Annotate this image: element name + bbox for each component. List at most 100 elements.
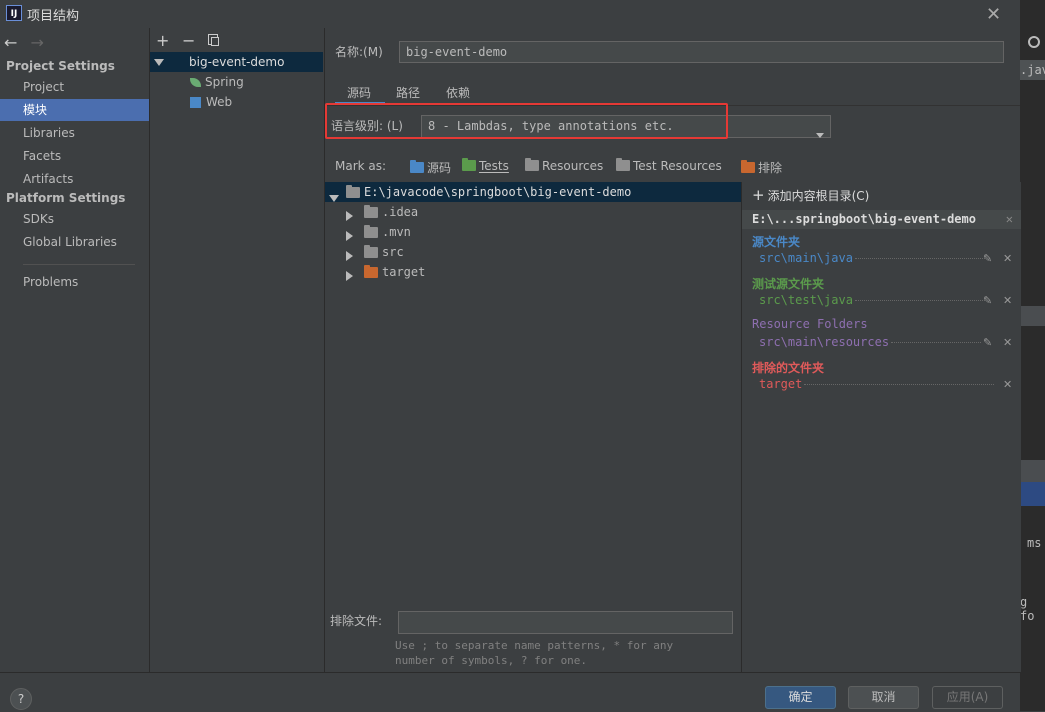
nav-item-sdks[interactable]: SDKs bbox=[0, 208, 149, 230]
module-panel: + − big-event-demo Spring Web bbox=[150, 28, 325, 672]
sync-icon bbox=[1028, 36, 1040, 48]
tree-root-row[interactable]: E:\javacode\springboot\big-event-demo bbox=[325, 182, 741, 202]
ide-text-fragment-b: g fo bbox=[1020, 595, 1035, 623]
tree-item-label: target bbox=[382, 265, 426, 279]
folder-icon bbox=[364, 205, 378, 218]
resource-folders-title: Resource Folders bbox=[752, 317, 868, 331]
mark-label: 源码 bbox=[427, 161, 452, 175]
test-resources-folder-icon bbox=[616, 158, 630, 171]
tree-root-path: E:\javacode\springboot\big-event-demo bbox=[364, 185, 632, 199]
tab-sources[interactable]: 源码 bbox=[347, 84, 371, 101]
ide-tab-fragment: .jav bbox=[1020, 63, 1045, 77]
facet-label: Web bbox=[206, 95, 233, 109]
cancel-button[interactable]: 取消 bbox=[848, 686, 919, 709]
nav-item-facets[interactable]: Facets bbox=[0, 145, 149, 167]
test-folder-icon bbox=[462, 158, 476, 171]
mark-as-resources[interactable]: Resources bbox=[525, 158, 604, 173]
source-folder-icon bbox=[410, 160, 424, 173]
excluded-folder-icon bbox=[741, 160, 755, 173]
expand-icon[interactable] bbox=[154, 59, 164, 66]
exclude-files-label: 排除文件: bbox=[330, 614, 383, 628]
tree-row[interactable]: src bbox=[325, 242, 741, 262]
help-button[interactable]: ? bbox=[10, 688, 32, 710]
tab-paths[interactable]: 路径 bbox=[396, 84, 420, 101]
remove-root-icon[interactable]: ✕ bbox=[1006, 210, 1013, 229]
content-root-header: E:\...springboot\big-event-demo ✕ bbox=[742, 210, 1021, 229]
mark-as-tests[interactable]: Tests bbox=[462, 158, 509, 173]
test-source-folder-path: src\test\java bbox=[759, 293, 985, 307]
nav-item-modules[interactable]: 模块 bbox=[0, 99, 149, 121]
tab-dependencies[interactable]: 依赖 bbox=[446, 84, 470, 101]
exclude-hint-line-2: number of symbols, ? for one. bbox=[395, 654, 588, 667]
module-folder-icon bbox=[171, 57, 185, 68]
exclude-files-input[interactable] bbox=[398, 611, 733, 634]
module-content: 名称:(M) big-event-demo 源码 路径 依赖 语言级别: (L)… bbox=[325, 28, 1021, 672]
remove-icon[interactable]: ✕ bbox=[1003, 294, 1012, 307]
path-text: src\main\java bbox=[759, 251, 853, 265]
highlight-annotation-box bbox=[325, 103, 728, 139]
apply-button[interactable]: 应用(A) bbox=[932, 686, 1003, 709]
add-content-root-label: 添加内容根目录(C) bbox=[767, 189, 870, 203]
nav-item-libraries[interactable]: Libraries bbox=[0, 122, 149, 144]
plus-icon: + bbox=[752, 186, 765, 204]
settings-nav: ← → Project Settings Project 模块 Librarie… bbox=[0, 28, 150, 672]
back-arrow-icon[interactable]: ← bbox=[4, 33, 17, 52]
facet-spring[interactable]: Spring bbox=[190, 72, 244, 92]
mark-label: 排除 bbox=[758, 161, 783, 175]
nav-item-project[interactable]: Project bbox=[0, 76, 149, 98]
ok-button[interactable]: 确定 bbox=[765, 686, 836, 709]
edit-pencil-icon[interactable]: ✎ bbox=[983, 252, 992, 265]
path-text: src\test\java bbox=[759, 293, 853, 307]
mark-label: Resources bbox=[542, 159, 604, 173]
mark-label: Test Resources bbox=[633, 159, 722, 173]
web-globe-icon bbox=[190, 97, 201, 108]
edit-pencil-icon[interactable]: ✎ bbox=[983, 294, 992, 307]
folder-icon bbox=[364, 225, 378, 238]
source-folders-title: 源文件夹 bbox=[752, 235, 801, 249]
nav-item-artifacts[interactable]: Artifacts bbox=[0, 168, 149, 190]
folder-icon bbox=[346, 185, 360, 198]
facet-web[interactable]: Web bbox=[190, 92, 232, 112]
dialog-footer: ? 确定 取消 应用(A) bbox=[0, 672, 1020, 712]
nav-item-global-libraries[interactable]: Global Libraries bbox=[0, 231, 149, 253]
edit-pencil-icon[interactable]: ✎ bbox=[983, 336, 992, 349]
folder-icon bbox=[364, 245, 378, 258]
remove-icon[interactable]: ✕ bbox=[1003, 252, 1012, 265]
dropdown-arrow-icon[interactable] bbox=[816, 124, 824, 145]
ide-text-fragment-a: ms bbox=[1027, 536, 1042, 550]
project-settings-header: Project Settings bbox=[6, 59, 115, 73]
remove-icon[interactable]: ✕ bbox=[1003, 378, 1012, 391]
close-icon[interactable]: ✕ bbox=[986, 4, 1001, 25]
add-content-root-button[interactable]: + 添加内容根目录(C) bbox=[752, 186, 869, 204]
test-source-folders-title: 测试源文件夹 bbox=[752, 277, 825, 291]
path-text: src\main\resources bbox=[759, 335, 890, 349]
content-roots-pane: + 添加内容根目录(C) E:\...springboot\big-event-d… bbox=[741, 182, 1021, 672]
resources-folder-icon bbox=[525, 158, 539, 171]
content-root-tree: E:\javacode\springboot\big-event-demo .i… bbox=[325, 182, 741, 672]
platform-settings-header: Platform Settings bbox=[6, 191, 126, 205]
window-title: 项目结构 bbox=[27, 9, 80, 24]
module-name-input[interactable]: big-event-demo bbox=[399, 41, 1004, 63]
intellij-app-icon: IJ bbox=[6, 5, 22, 21]
mark-as-sources[interactable]: 源码 bbox=[410, 159, 451, 176]
remove-icon[interactable]: ✕ bbox=[1003, 336, 1012, 349]
remove-icon[interactable]: − bbox=[182, 31, 195, 50]
resource-folder-path: src\main\resources bbox=[759, 335, 984, 349]
title-bar: IJ 项目结构 ✕ bbox=[0, 0, 1020, 28]
collapse-arrow-icon[interactable] bbox=[346, 267, 353, 287]
tree-row[interactable]: .idea bbox=[325, 202, 741, 222]
tree-row[interactable]: target bbox=[325, 262, 741, 282]
tree-row[interactable]: .mvn bbox=[325, 222, 741, 242]
excluded-folder-path: target bbox=[759, 377, 1004, 391]
module-big-event-demo[interactable]: big-event-demo bbox=[150, 52, 323, 72]
path-text: target bbox=[759, 377, 803, 391]
forward-arrow-icon[interactable]: → bbox=[31, 33, 44, 52]
mark-as-excluded[interactable]: 排除 bbox=[741, 159, 782, 176]
mark-as-test-resources[interactable]: Test Resources bbox=[616, 158, 722, 173]
spring-leaf-icon bbox=[190, 78, 201, 87]
mark-as-label: Mark as: bbox=[335, 159, 387, 173]
copy-icon[interactable] bbox=[208, 34, 219, 46]
add-icon[interactable]: + bbox=[156, 31, 169, 50]
exclude-hint-line-1: Use ; to separate name patterns, * for a… bbox=[395, 639, 674, 652]
nav-item-problems[interactable]: Problems bbox=[0, 271, 149, 293]
